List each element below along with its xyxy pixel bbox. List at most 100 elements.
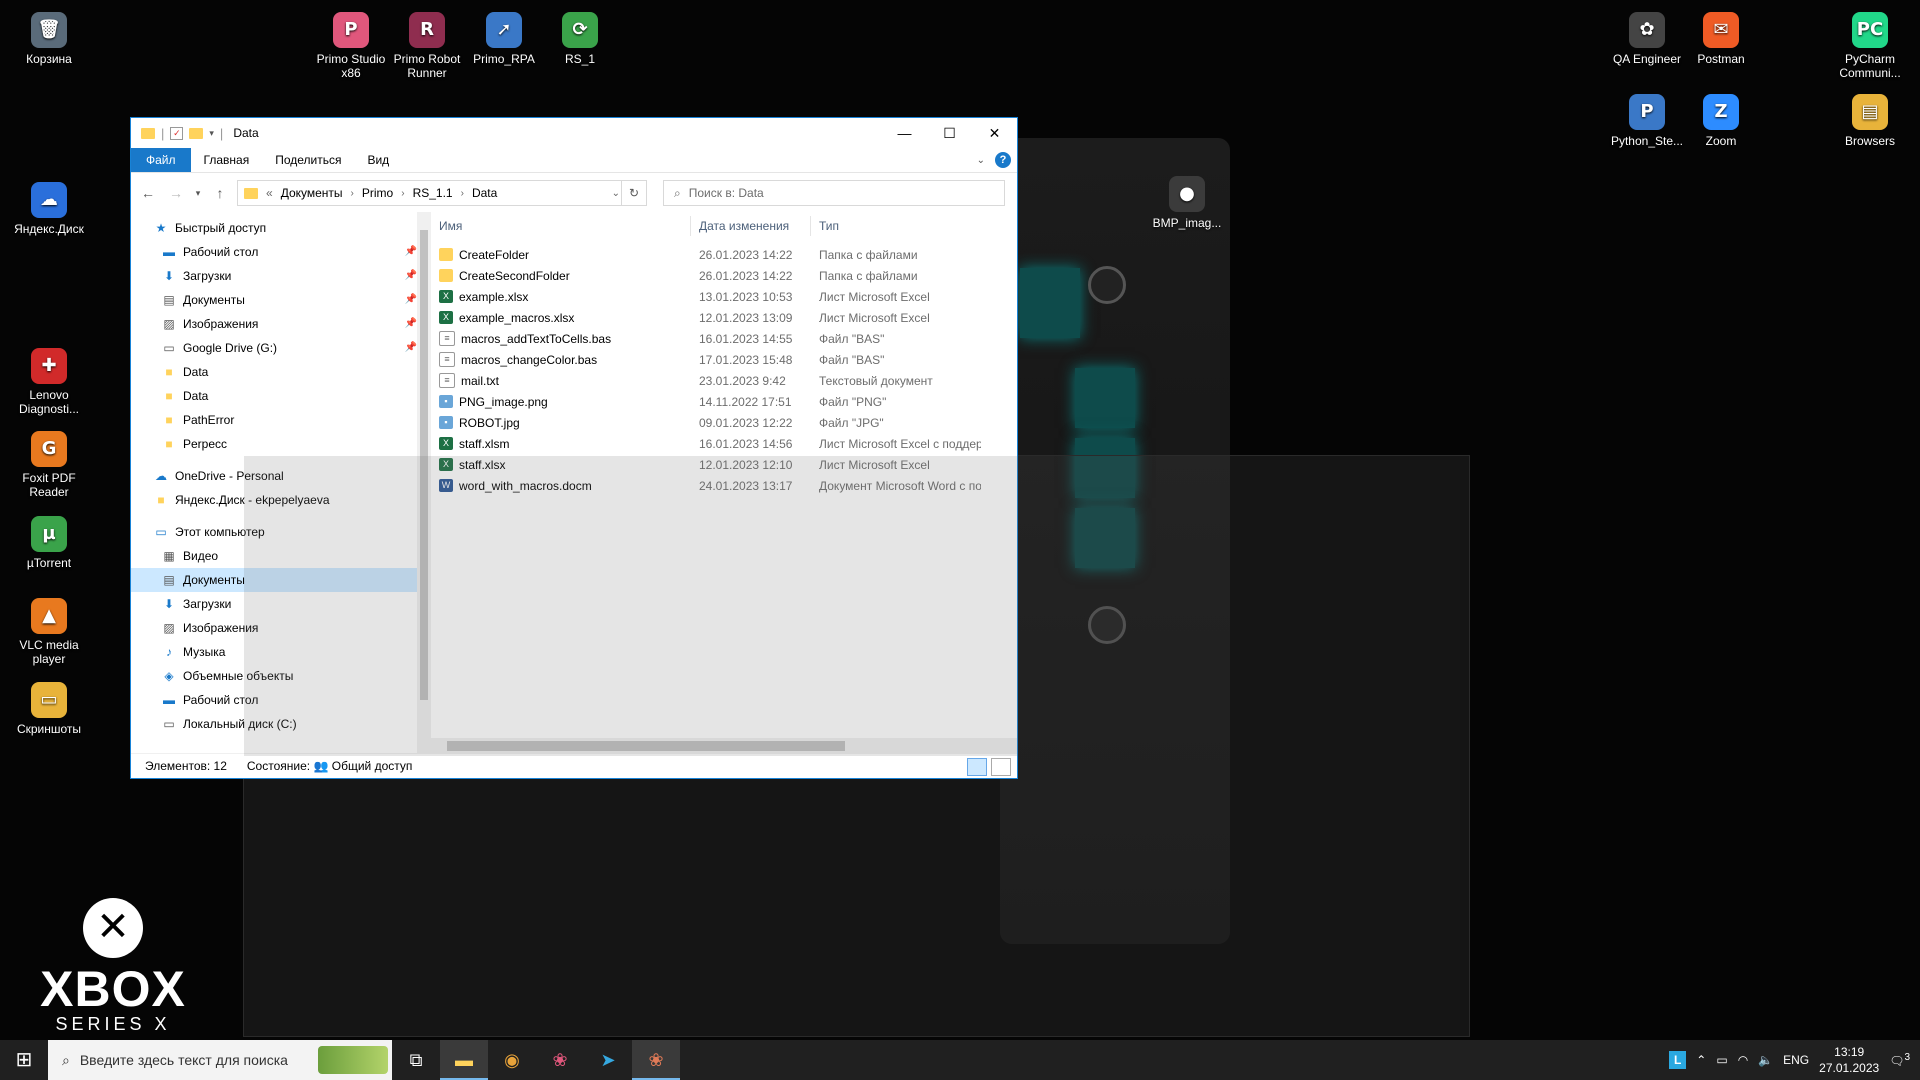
minimize-button[interactable]: — (882, 118, 927, 148)
desktop-icon[interactable]: ➚ Primo_RPA (463, 6, 545, 66)
nav-item[interactable]: ■ Data (131, 384, 431, 408)
nav-item[interactable]: ■ Яндекс.Диск - ekpepelyaeva (131, 488, 431, 512)
chevron-down-icon[interactable]: ⌄ (612, 188, 620, 199)
desktop-icon[interactable]: ⟳ RS_1 (539, 6, 621, 66)
desktop-icon[interactable]: µ µTorrent (8, 510, 90, 570)
wifi-icon[interactable]: ◠ (1738, 1053, 1748, 1067)
close-button[interactable]: ✕ (972, 118, 1017, 148)
desktop-icon[interactable]: ✿ QA Engineer (1606, 6, 1688, 66)
pin-icon[interactable]: 📌 (405, 240, 417, 264)
nav-item[interactable]: ★ Быстрый доступ (131, 216, 431, 240)
file-row[interactable]: Xexample.xlsx 13.01.2023 10:53 Лист Micros… (431, 286, 1017, 307)
tab-home[interactable]: Главная (191, 148, 263, 172)
breadcrumb-item[interactable]: Primo (362, 186, 393, 200)
details-view-button[interactable] (967, 758, 987, 776)
nav-item[interactable]: ▭ Этот компьютер (131, 520, 431, 544)
nav-scrollbar-thumb[interactable] (420, 230, 428, 700)
nav-item[interactable]: ▦ Видео (131, 544, 431, 568)
file-row[interactable]: Xstaff.xlsx 12.01.2023 12:10 Лист Microsof… (431, 454, 1017, 475)
file-row[interactable]: Wword_with_macros.docm 24.01.2023 13:17 До… (431, 475, 1017, 496)
nav-item[interactable]: ■ Data (131, 360, 431, 384)
clock[interactable]: 13:19 27.01.2023 (1819, 1044, 1879, 1076)
chevron-right-icon[interactable]: › (401, 188, 404, 199)
nav-item[interactable]: ▤ Документы (131, 568, 431, 592)
forward-button[interactable]: → (165, 185, 187, 201)
title-bar[interactable]: | ✓ ▾ | Data — ☐ ✕ (131, 118, 1017, 148)
telegram-taskbar-icon[interactable]: ➤ (584, 1040, 632, 1080)
up-button[interactable]: ↑ (209, 185, 231, 201)
column-header-type[interactable]: Тип (811, 216, 981, 236)
recent-locations-icon[interactable]: ▾ (193, 188, 203, 199)
nav-item[interactable]: ⬇ Загрузки (131, 592, 431, 616)
language-indicator[interactable]: ENG (1783, 1053, 1809, 1067)
help-icon[interactable]: ? (995, 152, 1011, 168)
back-button[interactable]: ← (137, 185, 159, 201)
nav-item[interactable]: ▤ Документы 📌 (131, 288, 431, 312)
chevron-right-icon[interactable]: › (461, 188, 464, 199)
nav-item[interactable]: ▨ Изображения 📌 (131, 312, 431, 336)
nav-scrollbar[interactable] (417, 212, 431, 754)
file-row[interactable]: ≡ macros_changeColor.bas 17.01.2023 15:48 Ф… (431, 349, 1017, 370)
nav-item[interactable]: ▭ Локальный диск (C:) (131, 712, 431, 736)
nav-item[interactable]: ▬ Рабочий стол 📌 (131, 240, 431, 264)
desktop-icon[interactable]: P Primo Studio x86 (310, 6, 392, 80)
battery-icon[interactable]: ▭ (1716, 1053, 1727, 1067)
breadcrumb-item[interactable]: Документы (281, 186, 343, 200)
column-header-date[interactable]: Дата изменения (691, 216, 811, 236)
pin-icon[interactable]: 📌 (405, 336, 417, 360)
desktop-icon[interactable]: G Foxit PDF Reader (8, 425, 90, 499)
maximize-button[interactable]: ☐ (927, 118, 972, 148)
file-row[interactable]: ≡ macros_addTextToCells.bas 16.01.2023 14:… (431, 328, 1017, 349)
desktop-icon[interactable]: P Python_Ste... (1606, 88, 1688, 148)
desktop-icon[interactable]: 🗑 Корзина (8, 6, 90, 66)
address-bar[interactable]: « Документы › Primo › RS_1.1 › Data ⌄ ↻ (237, 180, 647, 206)
desktop-icon[interactable]: ▲ VLC media player (8, 592, 90, 666)
expand-ribbon-icon[interactable]: ⌄ (977, 155, 985, 166)
horizontal-scrollbar-thumb[interactable] (447, 741, 845, 751)
primo-runner-taskbar-icon[interactable]: ❀ (632, 1040, 680, 1080)
large-icons-view-button[interactable] (991, 758, 1011, 776)
file-row[interactable]: ▪ PNG_image.png 14.11.2022 17:51 Файл "PNG" (431, 391, 1017, 412)
desktop-icon[interactable]: ✉ Postman (1680, 6, 1762, 66)
nav-item[interactable]: ⬇ Загрузки 📌 (131, 264, 431, 288)
refresh-icon[interactable]: ↻ (621, 181, 646, 205)
file-row[interactable]: ▪ ROBOT.jpg 09.01.2023 12:22 Файл "JPG" (431, 412, 1017, 433)
start-button[interactable]: ⊞ (0, 1040, 48, 1080)
breadcrumb-overflow[interactable]: « (266, 186, 273, 200)
chevron-right-icon[interactable]: › (351, 188, 354, 199)
file-explorer-taskbar-icon[interactable]: ▬ (440, 1040, 488, 1080)
new-folder-icon[interactable] (189, 127, 204, 139)
primo-studio-taskbar-icon[interactable]: ❀ (536, 1040, 584, 1080)
file-row[interactable]: CreateFolder 26.01.2023 14:22 Папка с файл… (431, 244, 1017, 265)
search-input[interactable]: ⌕ Поиск в: Data (663, 180, 1005, 206)
nav-item[interactable]: ☁ OneDrive - Personal (131, 464, 431, 488)
tab-share[interactable]: Поделиться (262, 148, 354, 172)
pin-icon[interactable]: 📌 (405, 288, 417, 312)
breadcrumb-item[interactable]: RS_1.1 (413, 186, 453, 200)
task-view-button[interactable]: ⧉ (392, 1040, 440, 1080)
tab-file[interactable]: Файл (131, 148, 191, 172)
file-row[interactable]: Xexample_macros.xlsx 12.01.2023 13:09 Лист… (431, 307, 1017, 328)
nav-item[interactable]: ♪ Музыка (131, 640, 431, 664)
chevron-down-icon[interactable]: ▾ (209, 128, 214, 139)
nav-item[interactable]: ■ Perpecc (131, 432, 431, 456)
breadcrumb-item[interactable]: Data (472, 186, 497, 200)
horizontal-scrollbar[interactable] (431, 738, 1017, 754)
nav-item[interactable]: ■ PathError (131, 408, 431, 432)
tab-view[interactable]: Вид (354, 148, 402, 172)
desktop-icon[interactable]: R Primo Robot Runner (386, 6, 468, 80)
desktop-icon[interactable]: ☁ Яндекс.Диск (8, 176, 90, 236)
properties-icon[interactable]: ✓ (170, 126, 184, 140)
tray-app-icon[interactable]: L (1668, 1051, 1687, 1069)
chrome-taskbar-icon[interactable]: ◉ (488, 1040, 536, 1080)
nav-item[interactable]: ▨ Изображения (131, 616, 431, 640)
notifications-icon[interactable]: 🗨3 (1889, 1052, 1910, 1068)
file-row[interactable]: CreateSecondFolder 26.01.2023 14:22 Папка … (431, 265, 1017, 286)
column-header-name[interactable]: Имя (431, 216, 691, 236)
desktop-icon[interactable]: PC PyCharm Communi... (1829, 6, 1911, 80)
volume-icon[interactable]: 🔈 (1758, 1053, 1773, 1067)
desktop-icon[interactable]: Z Zoom (1680, 88, 1762, 148)
nav-item[interactable]: ◈ Объемные объекты (131, 664, 431, 688)
file-row[interactable]: Xstaff.xlsm 16.01.2023 14:56 Лист Microsof… (431, 433, 1017, 454)
desktop-icon[interactable]: ✚ Lenovo Diagnosti... (8, 342, 90, 416)
